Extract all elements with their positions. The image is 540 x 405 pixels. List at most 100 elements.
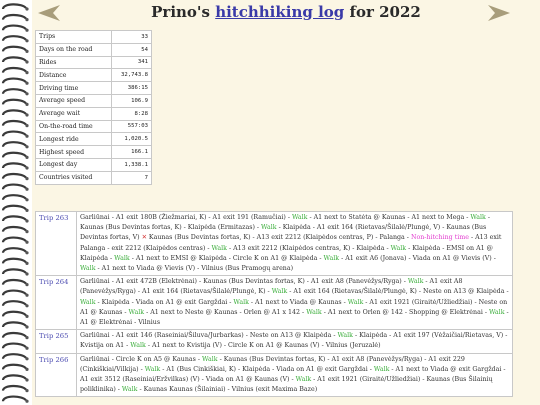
stat-label: Highest speed	[35, 145, 112, 159]
title-suffix: for 2022	[344, 3, 421, 21]
walk-label: Walk	[80, 265, 96, 273]
spiral-hole	[25, 124, 29, 128]
spiral-ring	[1, 13, 27, 21]
stat-value: 166.1	[111, 145, 152, 159]
spiral-hole	[25, 113, 29, 117]
spiral-hole	[25, 187, 29, 191]
spiral-ring	[1, 300, 27, 307]
route-text: - A1 next to Viada @ Vievis (V) - Vilniu…	[95, 265, 294, 273]
spiral-hole	[25, 346, 29, 350]
spiral-hole	[25, 272, 29, 276]
stat-label: Rides	[35, 55, 112, 70]
walk-label: Walk	[121, 386, 138, 394]
walk-label: Walk	[130, 342, 146, 350]
route-text: - A1 (Bus Cinkiškiai, K) - Klaipėda - Vi…	[160, 365, 374, 373]
trip-id-link[interactable]: Trip 266	[35, 352, 77, 398]
walk-label: Walk	[271, 288, 288, 296]
spiral-ring	[1, 395, 27, 402]
walk-label: Walk	[323, 254, 340, 262]
spiral-ring	[1, 35, 27, 42]
walk-label: Walk	[291, 214, 308, 221]
spiral-hole	[25, 134, 29, 138]
walk-label: Walk	[202, 355, 218, 363]
trip-row: Trip 264 Garliūnai - A1 exit 472B (Elektr…	[35, 275, 513, 331]
stat-row: Days on the road 54	[35, 42, 152, 57]
stat-label: Trips	[35, 30, 112, 44]
spiral-ring	[1, 88, 27, 95]
stat-row: Rides 341	[35, 55, 152, 70]
trip-row: Trip 265 Garliūnai - A1 exit 146 (Raseini…	[35, 329, 513, 354]
spiral-hole	[25, 378, 29, 382]
spiral-ring	[1, 374, 27, 381]
walk-label: Walk	[211, 244, 227, 252]
stat-value: 32,743.8	[111, 68, 152, 83]
spiral-ring	[1, 162, 27, 169]
route-text: Garliūnai - A1 exit 146 (Raseiniai/Šiluv…	[80, 332, 338, 340]
walk-label: Walk	[80, 298, 96, 306]
trip-id-link[interactable]: Trip 265	[35, 329, 77, 354]
stat-row: Average speed 106.9	[35, 93, 152, 108]
spiral-hole	[25, 155, 29, 159]
spiral-ring	[1, 119, 27, 127]
stat-value: 386:15	[111, 81, 152, 95]
route-text: - A1 next to EMSI @ Klaipėda - Circle K …	[129, 254, 324, 262]
route-text: - A1 next to Orlen @ 142 - Shopping @ El…	[321, 308, 489, 316]
spiral-ring	[1, 130, 27, 137]
route-text: - A13 exit 2212 (Klaipėdos centras, K) -…	[227, 244, 391, 252]
spiral-hole	[25, 102, 29, 106]
spiral-ring	[1, 215, 27, 222]
route-text: - Kaunas Kaunas (Šilainiai) - Vilnius (e…	[137, 386, 318, 394]
spiral-ring	[1, 289, 27, 296]
spiral-hole	[25, 336, 29, 340]
trip-id-link[interactable]: Trip 263	[35, 210, 77, 277]
spiral-ring	[1, 236, 27, 243]
stat-label: Average speed	[35, 93, 112, 108]
route-text: Garliūnai - A1 exit 472B (Elektrėnai) - …	[80, 278, 408, 286]
stat-label: Distance	[35, 68, 112, 83]
spiral-ring	[1, 384, 27, 392]
trip-row: Trip 263 Garliūnai - A1 exit 180B (Žiežma…	[35, 210, 513, 277]
stat-row: Longest ride 1,020.5	[35, 132, 152, 147]
spiral-ring	[1, 151, 27, 158]
walk-label: Walk	[390, 244, 407, 252]
route-text: - A1 exit A6 (Jonava) - Viada on A1 @ Vi…	[339, 254, 496, 262]
hitchhiking-log-link[interactable]: hitchhiking log	[215, 3, 344, 21]
spiral-hole	[25, 304, 29, 308]
spiral-ring	[1, 204, 27, 211]
spiral-hole	[25, 357, 29, 361]
route-text: Garliūnai - A1 exit 180B (Žiežmariai, K)…	[80, 214, 292, 221]
spiral-hole	[25, 18, 29, 22]
spiral-hole	[25, 81, 29, 85]
stat-label: Driving time	[35, 81, 112, 95]
walk-label: Walk	[489, 308, 505, 316]
stat-row: Highest speed 166.1	[35, 145, 152, 159]
statistics-table: Trips 33 Days on the road 54 Rides 341 Distanc…	[35, 30, 152, 185]
spiral-ring	[1, 353, 27, 360]
trip-id-link[interactable]: Trip 264	[35, 275, 77, 331]
stat-value: 106.9	[111, 93, 152, 108]
spiral-hole	[25, 28, 29, 32]
spiral-ring	[1, 331, 27, 339]
spiral-hole	[25, 230, 29, 234]
spiral-hole	[25, 49, 29, 54]
walk-label: Walk	[470, 214, 486, 221]
next-year-arrow-icon[interactable]	[488, 4, 510, 22]
stat-value: 33	[111, 30, 152, 44]
stat-row: Longest day 1,338.1	[35, 157, 152, 172]
spiral-hole	[25, 7, 29, 11]
stat-label: Average wait	[35, 106, 112, 121]
walk-label: Walk	[306, 308, 322, 316]
walk-label: Walk	[114, 254, 130, 262]
spiral-hole	[25, 71, 29, 75]
stat-value: 1,338.1	[111, 157, 152, 172]
stat-label: Longest ride	[35, 132, 112, 147]
spiral-ring	[1, 183, 27, 190]
spiral-ring	[1, 141, 27, 148]
spiral-hole	[25, 293, 29, 297]
spiral-hole	[25, 219, 29, 223]
walk-label: Walk	[261, 224, 277, 232]
spiral-binding	[1, 3, 29, 403]
walk-label: Walk	[407, 278, 424, 286]
spiral-hole	[25, 60, 29, 64]
spiral-hole	[25, 145, 29, 149]
